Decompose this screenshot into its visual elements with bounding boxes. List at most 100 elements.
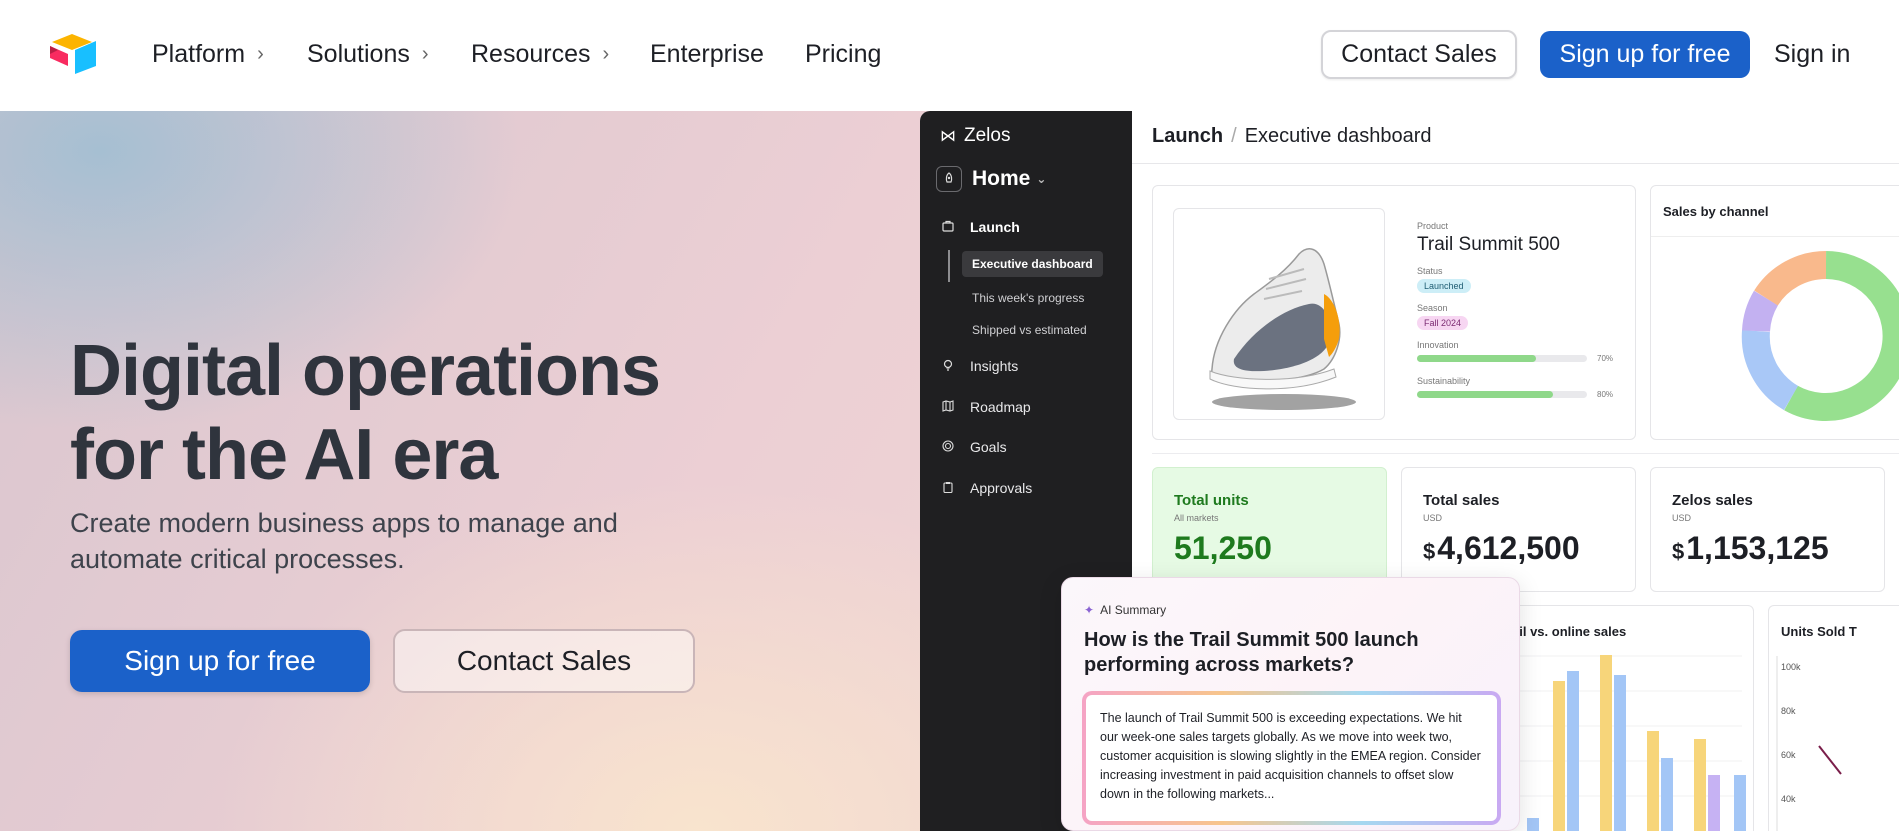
kpi-total-units-title: Total units — [1174, 492, 1249, 509]
kpi-total-sales-value: 4,612,500 — [1437, 530, 1580, 566]
season-badge: Fall 2024 — [1417, 316, 1469, 330]
bar — [1600, 655, 1612, 831]
ai-summary-answer: The launch of Trail Summit 500 is exceed… — [1084, 693, 1499, 823]
sustainability-progress-fill — [1417, 391, 1553, 398]
hero-contact-sales-button[interactable]: Contact Sales — [393, 629, 695, 693]
retail-vs-online-title: ail vs. online sales — [1512, 624, 1627, 639]
units-sold-title: Units Sold T — [1781, 624, 1857, 639]
nav-enterprise-label: Enterprise — [650, 40, 764, 68]
breadcrumb: Launch / Executive dashboard — [1152, 125, 1431, 148]
ai-summary-label-text: AI Summary — [1100, 603, 1167, 617]
sidebar-sub-shipped-vs-estimated[interactable]: Shipped vs estimated — [962, 317, 1097, 343]
bar — [1647, 731, 1659, 831]
nav-pricing[interactable]: Pricing — [805, 40, 881, 69]
hero-subtitle-line2: automate critical processes. — [70, 544, 405, 574]
units-sold-line-chart — [1776, 656, 1842, 831]
top-nav: Platform › Solutions › Resources › Enter… — [0, 0, 1899, 111]
product-label: Product — [1417, 221, 1449, 231]
bar — [1708, 775, 1720, 831]
sidebar-item-goals[interactable]: Goals — [940, 439, 1007, 455]
hero-signup-button[interactable]: Sign up for free — [70, 630, 370, 692]
ai-summary-label: ✦ AI Summary — [1084, 603, 1166, 617]
bar — [1553, 681, 1565, 831]
breadcrumb-root[interactable]: Launch — [1152, 125, 1223, 147]
rocket-icon — [936, 166, 962, 192]
sidebar-item-insights-label: Insights — [970, 358, 1019, 374]
kpi-total-sales-value-wrap: $4,612,500 — [1423, 530, 1580, 567]
series-line — [1818, 745, 1842, 775]
status-label: Status — [1417, 266, 1443, 276]
sustainability-label: Sustainability — [1417, 376, 1471, 386]
briefcase-icon — [940, 220, 956, 235]
product-name: Trail Summit 500 — [1417, 234, 1560, 255]
hero-subtitle: Create modern business apps to manage an… — [70, 505, 710, 577]
sidebar-item-approvals-label: Approvals — [970, 480, 1033, 496]
kpi-total-sales: Total sales USD $4,612,500 — [1401, 467, 1636, 592]
signup-button[interactable]: Sign up for free — [1540, 31, 1750, 78]
hero-title-line1: Digital operations — [70, 331, 661, 411]
map-icon — [940, 399, 956, 415]
app-brand-label: Zelos — [964, 125, 1011, 146]
kpi-total-sales-title: Total sales — [1423, 492, 1500, 509]
sales-by-channel-card: Sales by channel — [1650, 185, 1899, 440]
donut-slice-orange — [1754, 251, 1827, 306]
kpi-total-units-value: 51,250 — [1174, 530, 1272, 566]
sidebar-active-indicator — [948, 250, 950, 282]
sidebar-sub-weeks-progress[interactable]: This week's progress — [962, 285, 1094, 311]
divider — [1651, 236, 1899, 237]
nav-resources-label: Resources — [471, 40, 591, 68]
contact-sales-button[interactable]: Contact Sales — [1321, 30, 1517, 79]
bar — [1614, 675, 1626, 831]
sales-by-channel-title: Sales by channel — [1663, 204, 1769, 219]
season-label: Season — [1417, 303, 1448, 313]
bar — [1734, 775, 1746, 831]
ai-summary-card: ✦ AI Summary How is the Trail Summit 500… — [1061, 577, 1520, 831]
kpi-zelos-sales-value: 1,153,125 — [1686, 530, 1829, 566]
sidebar-item-roadmap-label: Roadmap — [970, 399, 1031, 415]
divider — [1152, 453, 1899, 454]
bar — [1694, 739, 1706, 831]
donut-slice-green — [1784, 251, 1899, 421]
sidebar-item-roadmap[interactable]: Roadmap — [940, 399, 1031, 415]
nav-solutions[interactable]: Solutions › — [307, 40, 429, 69]
donut-slice-purple — [1742, 290, 1779, 333]
clipboard-icon — [940, 481, 956, 496]
bar — [1567, 671, 1579, 831]
hero-title: Digital operations for the AI era — [70, 329, 710, 497]
currency-symbol: $ — [1423, 539, 1436, 564]
kpi-total-units-sub: All markets — [1174, 513, 1219, 523]
airtable-logo-icon[interactable] — [48, 32, 100, 76]
target-icon — [940, 439, 956, 455]
product-image — [1173, 208, 1385, 420]
sidebar-sub-executive-dashboard[interactable]: Executive dashboard — [962, 251, 1103, 277]
currency-symbol: $ — [1672, 539, 1685, 564]
innovation-percent: 70% — [1597, 354, 1614, 363]
nav-platform[interactable]: Platform › — [152, 40, 264, 69]
chevron-right-icon: › — [257, 43, 264, 65]
sidebar-item-launch[interactable]: Launch — [940, 219, 1020, 235]
sidebar-item-insights[interactable]: Insights — [940, 358, 1018, 374]
sidebar-item-launch-label: Launch — [970, 219, 1020, 235]
units-sold-card: Units Sold T 100k 80k 60k 40k — [1768, 605, 1899, 831]
innovation-progress-fill — [1417, 355, 1536, 362]
chevron-down-icon: ⌄ — [1036, 172, 1047, 186]
breadcrumb-separator: / — [1231, 125, 1237, 147]
nav-platform-label: Platform — [152, 40, 246, 68]
kpi-total-sales-sub: USD — [1423, 513, 1443, 523]
kpi-total-units: Total units All markets 51,250 — [1152, 467, 1387, 592]
hero-title-line2: for the AI era — [70, 415, 498, 495]
sidebar-item-approvals[interactable]: Approvals — [940, 480, 1032, 496]
nav-enterprise[interactable]: Enterprise — [650, 40, 764, 69]
sustainability-progress — [1417, 391, 1587, 398]
product-card: Product Trail Summit 500 Status Launched… — [1152, 185, 1636, 440]
nav-resources[interactable]: Resources › — [471, 40, 609, 69]
kpi-zelos-sales-value-wrap: $1,153,125 — [1672, 530, 1829, 567]
chevron-right-icon: › — [602, 43, 610, 65]
signin-link[interactable]: Sign in — [1774, 40, 1850, 69]
innovation-progress — [1417, 355, 1587, 362]
home-selector[interactable]: Home ⌄ — [936, 166, 1046, 192]
app-brand: ⋈ Zelos — [940, 125, 1010, 147]
bar — [1527, 818, 1539, 831]
sustainability-percent: 80% — [1597, 390, 1614, 399]
home-label: Home — [972, 167, 1031, 190]
